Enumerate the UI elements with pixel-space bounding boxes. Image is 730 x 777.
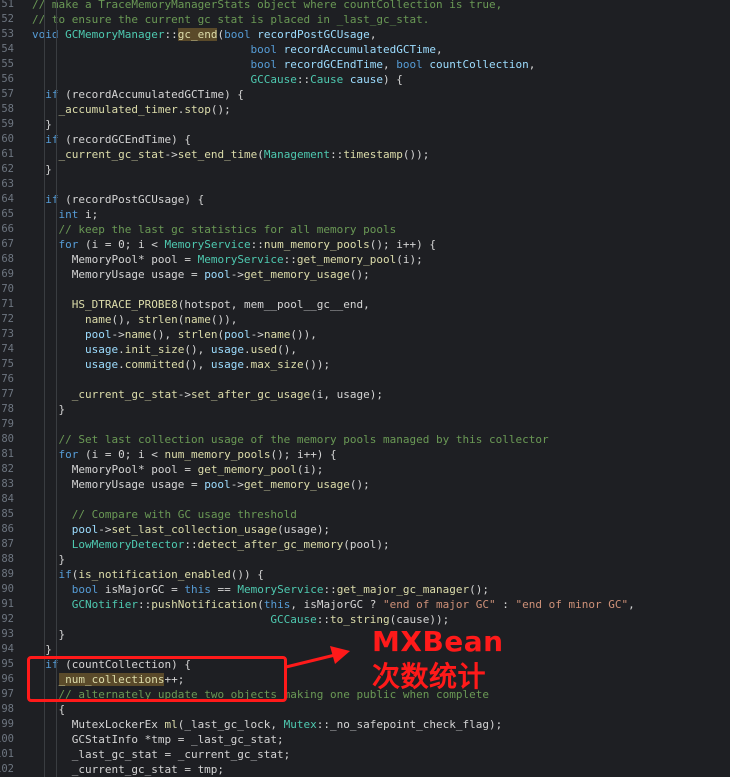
annotation-subtitle: 次数统计 [372, 660, 487, 693]
annotation-title: MXBean [372, 625, 504, 658]
arrow-icon [285, 646, 350, 669]
